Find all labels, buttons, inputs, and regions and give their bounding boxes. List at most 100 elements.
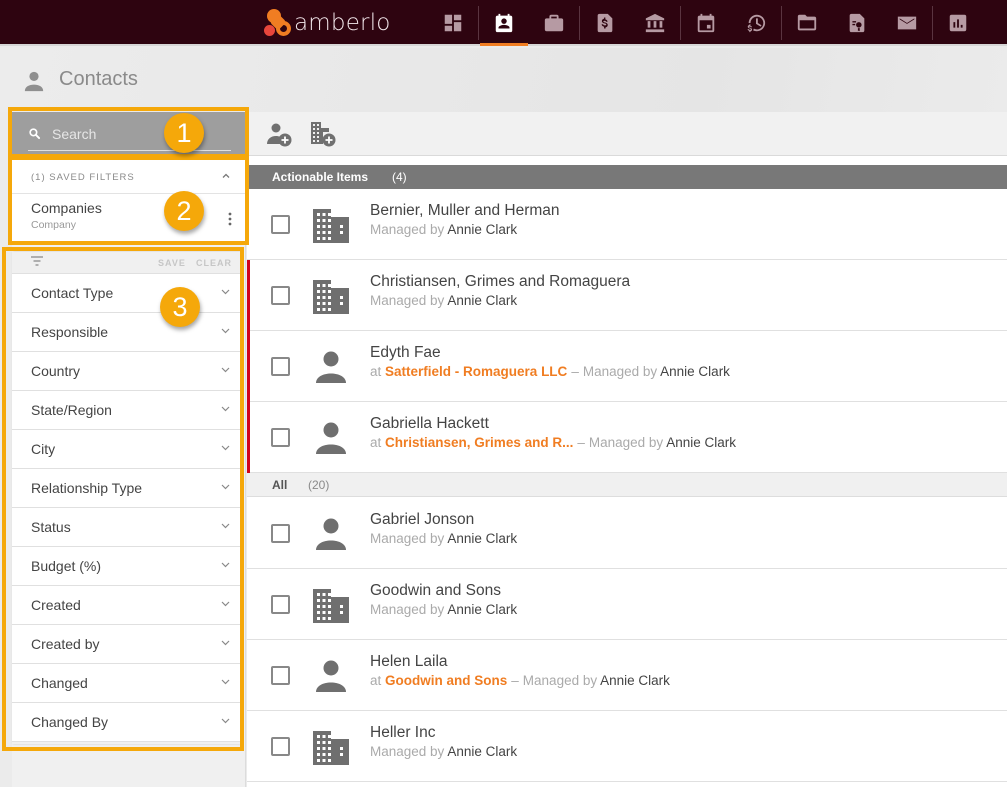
save-filter-button[interactable]: SAVE bbox=[158, 258, 186, 268]
filter-row[interactable]: Created by bbox=[12, 625, 240, 664]
chevron-down-icon bbox=[221, 718, 230, 724]
contact-name[interactable]: Heller Inc bbox=[370, 724, 435, 742]
nav-calendar[interactable] bbox=[681, 0, 731, 46]
person-avatar-icon bbox=[316, 518, 346, 550]
row-checkbox[interactable] bbox=[271, 737, 290, 756]
organization-link[interactable]: Christiansen, Grimes and R... bbox=[385, 435, 573, 450]
contact-name[interactable]: Bernier, Muller and Herman bbox=[370, 202, 560, 220]
row-checkbox[interactable] bbox=[271, 666, 290, 685]
contact-name[interactable]: Gabriel Jonson bbox=[370, 511, 474, 529]
contact-name[interactable]: Edyth Fae bbox=[370, 344, 441, 362]
filter-label: Created bbox=[31, 597, 81, 613]
add-company-icon[interactable] bbox=[309, 120, 337, 148]
contact-name[interactable]: Christiansen, Grimes and Romaguera bbox=[370, 273, 630, 291]
certificate-document-icon bbox=[849, 13, 865, 33]
filter-label: Country bbox=[31, 363, 81, 379]
group-count: (20) bbox=[308, 478, 330, 492]
filter-row[interactable]: Changed bbox=[12, 664, 240, 703]
filter-label: Created by bbox=[31, 636, 100, 652]
calendar-icon bbox=[697, 13, 715, 33]
separator-dash: – bbox=[571, 364, 579, 379]
chevron-up-icon[interactable] bbox=[221, 171, 231, 181]
contact-row[interactable]: Helen Laila at Goodwin and Sons – Managed b… bbox=[247, 640, 1007, 711]
contact-row[interactable]: Edyth Fae at Satterfield - Romaguera LLC –… bbox=[247, 331, 1007, 402]
contact-row[interactable]: Goodwin and Sons Managed by Annie Clark bbox=[247, 569, 1007, 640]
nav-templates[interactable] bbox=[832, 0, 882, 46]
chevron-down-icon bbox=[221, 562, 230, 568]
contact-meta: at Goodwin and Sons – Managed by Annie Cla… bbox=[370, 673, 670, 688]
contacts-list-area: Actionable Items (4) Bernier, Muller and… bbox=[247, 112, 1007, 787]
annotation-badge-2: 2 bbox=[164, 191, 204, 231]
filter-row[interactable]: Changed By bbox=[12, 703, 240, 742]
filter-row[interactable]: Budget (%) bbox=[12, 547, 240, 586]
contact-name[interactable]: Gabriella Hackett bbox=[370, 415, 489, 433]
chevron-down-icon bbox=[221, 406, 230, 412]
bank-icon bbox=[645, 13, 665, 33]
contact-row[interactable]: Christiansen, Grimes and Romaguera Manage… bbox=[247, 260, 1007, 331]
add-person-icon[interactable] bbox=[265, 120, 293, 148]
nav-reports[interactable] bbox=[933, 0, 983, 46]
contact-row[interactable]: Bernier, Muller and Herman Managed by Ann… bbox=[247, 189, 1007, 260]
company-avatar-icon bbox=[313, 731, 349, 765]
contact-meta: Managed by Annie Clark bbox=[370, 602, 517, 617]
dashboard-icon bbox=[444, 14, 462, 32]
nav-mail[interactable] bbox=[882, 0, 932, 46]
saved-filters-panel: (1) SAVED FILTERS Companies Company bbox=[12, 160, 245, 242]
filter-row[interactable]: City bbox=[12, 430, 240, 469]
search-underline bbox=[28, 150, 231, 151]
contact-meta: Managed by Annie Clark bbox=[370, 222, 517, 237]
row-checkbox[interactable] bbox=[271, 215, 290, 234]
filter-label: State/Region bbox=[31, 402, 112, 418]
contact-row[interactable]: Gabriel Jonson Managed by Annie Clark bbox=[247, 498, 1007, 569]
filter-row[interactable]: Responsible bbox=[12, 313, 240, 352]
chevron-down-icon bbox=[221, 640, 230, 646]
contact-row[interactable]: Heller Inc Managed by Annie Clark bbox=[247, 711, 1007, 782]
filter-row[interactable]: Country bbox=[12, 352, 240, 391]
mail-icon bbox=[897, 16, 917, 30]
managed-by-label: Managed by bbox=[370, 744, 445, 759]
logo-text: amberlo bbox=[294, 10, 391, 36]
organization-link[interactable]: Satterfield - Romaguera LLC bbox=[385, 364, 567, 379]
filter-row[interactable]: Status bbox=[12, 508, 240, 547]
manager-name: Annie Clark bbox=[666, 435, 736, 450]
nav-banking[interactable] bbox=[630, 0, 680, 46]
contact-meta: at Satterfield - Romaguera LLC – Managed b… bbox=[370, 364, 730, 379]
row-checkbox[interactable] bbox=[271, 524, 290, 543]
manager-name: Annie Clark bbox=[600, 673, 670, 688]
contact-meta: Managed by Annie Clark bbox=[370, 744, 517, 759]
saved-filter-item[interactable]: Companies Company bbox=[12, 194, 245, 242]
organization-link[interactable]: Goodwin and Sons bbox=[385, 673, 507, 688]
contact-name[interactable]: Goodwin and Sons bbox=[370, 582, 501, 600]
row-checkbox[interactable] bbox=[271, 357, 290, 376]
manager-name: Annie Clark bbox=[447, 744, 518, 759]
clear-filter-button[interactable]: CLEAR bbox=[196, 258, 232, 268]
nav-time-billing[interactable] bbox=[731, 0, 781, 46]
nav-contacts[interactable] bbox=[479, 0, 529, 46]
filter-row[interactable]: Relationship Type bbox=[12, 469, 240, 508]
managed-by-label: Managed by bbox=[370, 602, 445, 617]
nav-invoices[interactable] bbox=[580, 0, 630, 46]
nav-documents[interactable] bbox=[782, 0, 832, 46]
filter-row[interactable]: Contact Type bbox=[12, 274, 240, 313]
contact-row[interactable]: Gabriella Hackett at Christiansen, Grimes… bbox=[247, 402, 1007, 473]
filter-row[interactable]: Created bbox=[12, 586, 240, 625]
saved-filters-title: (1) SAVED FILTERS bbox=[31, 172, 135, 183]
saved-filters-header[interactable]: (1) SAVED FILTERS bbox=[12, 160, 245, 194]
invoice-icon bbox=[597, 13, 613, 33]
filter-label: Budget (%) bbox=[31, 558, 102, 574]
contact-name[interactable]: Helen Laila bbox=[370, 653, 448, 671]
managed-by-label: Managed by bbox=[522, 673, 598, 688]
manager-name: Annie Clark bbox=[447, 531, 518, 546]
row-checkbox[interactable] bbox=[271, 595, 290, 614]
row-checkbox[interactable] bbox=[271, 286, 290, 305]
more-vertical-icon[interactable] bbox=[228, 212, 232, 226]
filter-label: Relationship Type bbox=[31, 480, 143, 496]
filter-row[interactable]: State/Region bbox=[12, 391, 240, 430]
row-checkbox[interactable] bbox=[271, 428, 290, 447]
logo-mark-icon bbox=[264, 9, 292, 37]
nav-matters[interactable] bbox=[529, 0, 579, 46]
contacts-icon bbox=[495, 13, 513, 33]
nav-dashboard[interactable] bbox=[428, 0, 478, 46]
amberlo-logo[interactable]: amberlo bbox=[264, 9, 391, 37]
group-count: (4) bbox=[392, 170, 407, 184]
